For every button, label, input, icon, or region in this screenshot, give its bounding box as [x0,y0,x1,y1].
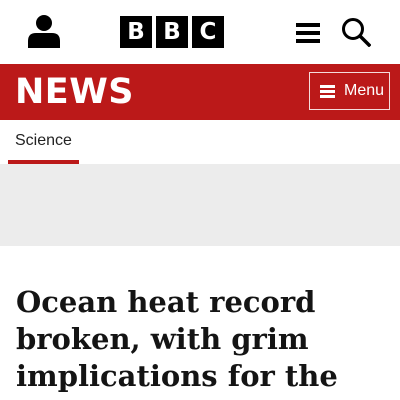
bbc-logo-letter: C [192,16,224,48]
top-header-bar: B B C [0,0,400,64]
bbc-logo[interactable]: B B C [120,16,224,48]
bbc-logo-letter: B [120,16,152,48]
section-nav: Science [0,120,400,164]
hamburger-menu-icon[interactable] [296,23,320,43]
menu-button-label: Menu [344,82,385,99]
tab-science[interactable]: Science [8,120,79,164]
bbc-logo-letter: B [156,16,188,48]
menu-button[interactable]: Menu [309,72,390,110]
search-icon[interactable] [341,17,371,47]
account-icon[interactable] [28,14,60,48]
hamburger-icon [320,84,335,98]
article-headline: Ocean heat record broken, with grim impl… [16,285,338,393]
advertisement-placeholder [0,164,400,246]
news-title[interactable]: NEWS [15,73,134,111]
tab-label: Science [15,132,72,149]
news-brand-bar: NEWS Menu [0,64,400,120]
